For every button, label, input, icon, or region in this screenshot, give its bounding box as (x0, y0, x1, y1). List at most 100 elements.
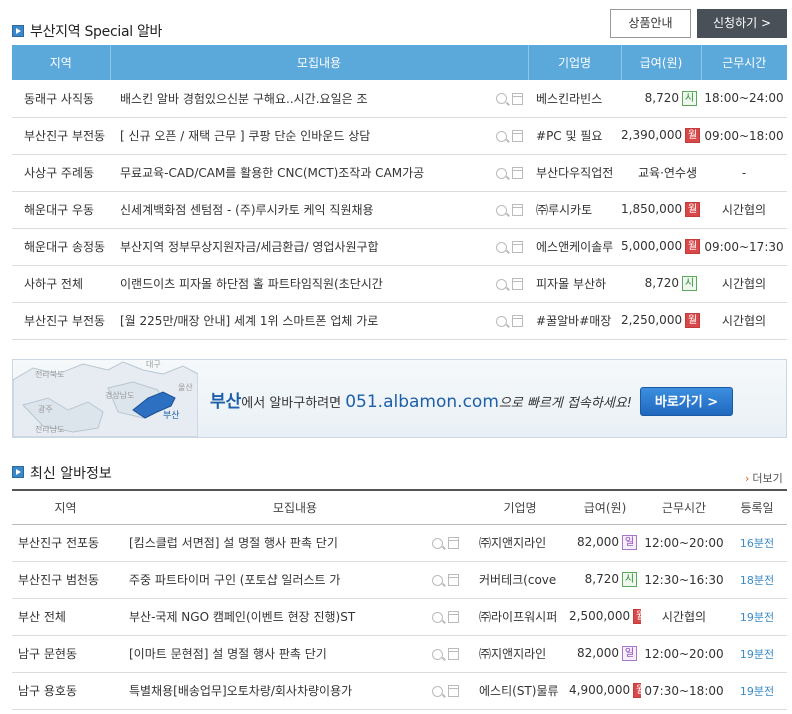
job-company: ㈜라이프워시퍼 (471, 598, 570, 636)
magnifier-icon[interactable] (495, 278, 507, 290)
pay-type-badge: 월 (685, 202, 701, 217)
job-time: - (701, 154, 788, 192)
job-actions (419, 635, 472, 673)
job-actions (490, 80, 529, 118)
job-pay: 5,000,000 월 (621, 228, 702, 266)
pay-amount: 8,720 (584, 572, 620, 586)
job-area: 동래구 사직동 (12, 80, 110, 118)
pay-amount: 2,250,000 (621, 313, 683, 327)
pay-amount: 82,000 (577, 646, 620, 660)
pay-type-badge: 월 (633, 609, 642, 624)
magnifier-icon[interactable] (495, 93, 507, 105)
column-header-company: 기업명 (471, 490, 570, 525)
job-pay: 1,850,000 월 (621, 191, 702, 229)
column-header-pay: 급여(원) (569, 490, 642, 525)
job-title-link[interactable]: 특별채용[배송업무]오토차량/회사차량이용가 (119, 672, 419, 710)
table-row[interactable]: 사상구 주례동 무료교육-CAD/CAM를 활용한 CNC(MCT)조작과 CAM… (12, 154, 788, 192)
column-header-time: 근무시간 (701, 45, 788, 80)
job-actions (490, 265, 529, 303)
table-row[interactable]: 부산진구 부전동 [월 225만/매장 안내] 세계 1위 스마트폰 업체 가로 #… (12, 302, 788, 340)
magnifier-icon[interactable] (495, 241, 507, 253)
pay-type-badge: 월 (685, 313, 701, 328)
table-row[interactable]: 부산 전체 부산-국제 NGO 캠페인(이벤트 현장 진행)ST ㈜라이프워시퍼 2,… (12, 598, 788, 636)
magnifier-icon[interactable] (495, 315, 507, 327)
job-actions (419, 598, 472, 636)
busan-banner[interactable]: 전라북도 대구 경상남도 울산 광주 부산 전라남도 부산에서 알바구하려면 0… (12, 359, 787, 438)
job-pay: 8,720 시 (621, 265, 702, 303)
job-area: 해운대구 우동 (12, 191, 110, 229)
scrap-icon[interactable] (511, 130, 523, 142)
job-title-link[interactable]: 신세계백화점 센텀점 - (주)루시카토 케익 직원채용 (110, 191, 490, 229)
scrap-icon[interactable] (511, 278, 523, 290)
job-registered: 19분전 (727, 598, 788, 636)
job-title-link[interactable]: 무료교육-CAD/CAM를 활용한 CNC(MCT)조작과 CAM가공 (110, 154, 490, 192)
column-header-company: 기업명 (528, 45, 622, 80)
magnifier-icon[interactable] (431, 574, 443, 586)
magnifier-icon[interactable] (495, 130, 507, 142)
magnifier-icon[interactable] (431, 611, 443, 623)
job-company: 에스티(ST)물류 (471, 672, 570, 710)
job-title-link[interactable]: [ 신규 오픈 / 재택 근무 ] 쿠팡 단순 인바운드 상담 (110, 117, 490, 155)
job-area: 사상구 주례동 (12, 154, 110, 192)
job-title-link[interactable]: 부산-국제 NGO 캠페인(이벤트 현장 진행)ST (119, 598, 419, 636)
scrap-icon[interactable] (511, 167, 523, 179)
chevron-right-icon: › (745, 472, 750, 485)
apply-button[interactable]: 신청하기 > (697, 9, 787, 38)
job-area: 부산진구 부전동 (12, 117, 110, 155)
job-time: 09:00~18:00 (701, 117, 788, 155)
magnifier-icon[interactable] (431, 685, 443, 697)
scrap-icon[interactable] (447, 574, 459, 586)
job-area: 사하구 전체 (12, 265, 110, 303)
map-label: 전라남도 (35, 424, 64, 434)
job-time: 시간협의 (641, 598, 728, 636)
scrap-icon[interactable] (447, 648, 459, 660)
table-row[interactable]: 사하구 전체 이랜드이츠 피자몰 하단점 홀 파트타임직원(초단시간 피자몰 부산하… (12, 265, 788, 303)
table-row[interactable]: 해운대구 송정동 부산지역 정부무상지원자금/세금환급/ 영업사원구합 에스앤케이솔… (12, 228, 788, 266)
scrap-icon[interactable] (511, 315, 523, 327)
banner-go-button[interactable]: 바로가기 > (640, 387, 733, 416)
pay-type-badge: 시 (682, 90, 698, 106)
table-row[interactable]: 동래구 사직동 배스킨 알바 경험있으신분 구해요..시간.요일은 조 베스킨라빈스… (12, 80, 788, 118)
scrap-icon[interactable] (511, 204, 523, 216)
job-title-link[interactable]: [이마트 문현점] 설 명절 행사 판촉 단기 (119, 635, 419, 673)
job-company: 피자몰 부산하 (528, 265, 622, 303)
table-row[interactable]: 남구 문현동 [이마트 문현점] 설 명절 행사 판촉 단기 ㈜지앤지라인 82,00… (12, 635, 788, 673)
job-title-link[interactable]: [월 225만/매장 안내] 세계 1위 스마트폰 업체 가로 (110, 302, 490, 340)
job-time: 12:30~16:30 (641, 561, 728, 599)
job-time: 시간협의 (701, 302, 788, 340)
scrap-icon[interactable] (447, 611, 459, 623)
scrap-icon[interactable] (511, 92, 523, 105)
table-row[interactable]: 부산진구 범천동 주중 파트타이머 구인 (포토샵 일러스트 가 커버테크(cove… (12, 561, 788, 599)
magnifier-icon[interactable] (431, 648, 443, 660)
column-header-area: 지역 (12, 490, 119, 525)
job-actions (490, 191, 529, 229)
product-info-button[interactable]: 상품안내 (610, 9, 691, 38)
job-company: ㈜지앤지라인 (471, 635, 570, 673)
scrap-icon[interactable] (447, 537, 459, 549)
column-header-pay: 급여(원) (621, 45, 702, 80)
table-row[interactable]: 남구 용호동 특별채용[배송업무]오토차량/회사차량이용가 에스티(ST)물류 4,9… (12, 672, 788, 710)
job-pay: 82,000 일 (569, 635, 642, 673)
job-company: 부산다우직업전 (528, 154, 622, 192)
job-title-link[interactable]: [킴스클럽 서면점] 설 명절 행사 판촉 단기 (119, 524, 419, 562)
job-actions (419, 561, 472, 599)
scrap-icon[interactable] (511, 241, 523, 253)
scrap-icon[interactable] (447, 685, 459, 697)
table-row[interactable]: 부산진구 전포동 [킴스클럽 서면점] 설 명절 행사 판촉 단기 ㈜지앤지라인 82… (12, 524, 788, 562)
job-title-link[interactable]: 이랜드이츠 피자몰 하단점 홀 파트타임직원(초단시간 (110, 265, 490, 303)
more-link[interactable]: › 더보기 (745, 470, 783, 486)
magnifier-icon[interactable] (495, 204, 507, 216)
job-actions (490, 117, 529, 155)
recent-jobs-table: 지역 모집내용 기업명 급여(원) 근무시간 등록일 부산진구 전포동 [킴스클럽… (12, 489, 788, 710)
job-title-link[interactable]: 배스킨 알바 경험있으신분 구해요..시간.요일은 조 (110, 80, 490, 118)
magnifier-icon[interactable] (431, 537, 443, 549)
job-company: #PC 및 필요 (528, 117, 622, 155)
recent-section-title: 최신 알바정보 (30, 466, 112, 482)
magnifier-icon[interactable] (495, 167, 507, 179)
job-pay: 8,720 시 (621, 80, 702, 118)
job-title-link[interactable]: 부산지역 정부무상지원자금/세금환급/ 영업사원구합 (110, 228, 490, 266)
table-row[interactable]: 해운대구 우동 신세계백화점 센텀점 - (주)루시카토 케익 직원채용 ㈜루시카토… (12, 191, 788, 229)
map-label: 광주 (38, 404, 53, 414)
job-title-link[interactable]: 주중 파트타이머 구인 (포토샵 일러스트 가 (119, 561, 419, 599)
table-row[interactable]: 부산진구 부전동[ 신규 오픈 / 재택 근무 ] 쿠팡 단순 인바운드 상담 #… (12, 117, 788, 155)
